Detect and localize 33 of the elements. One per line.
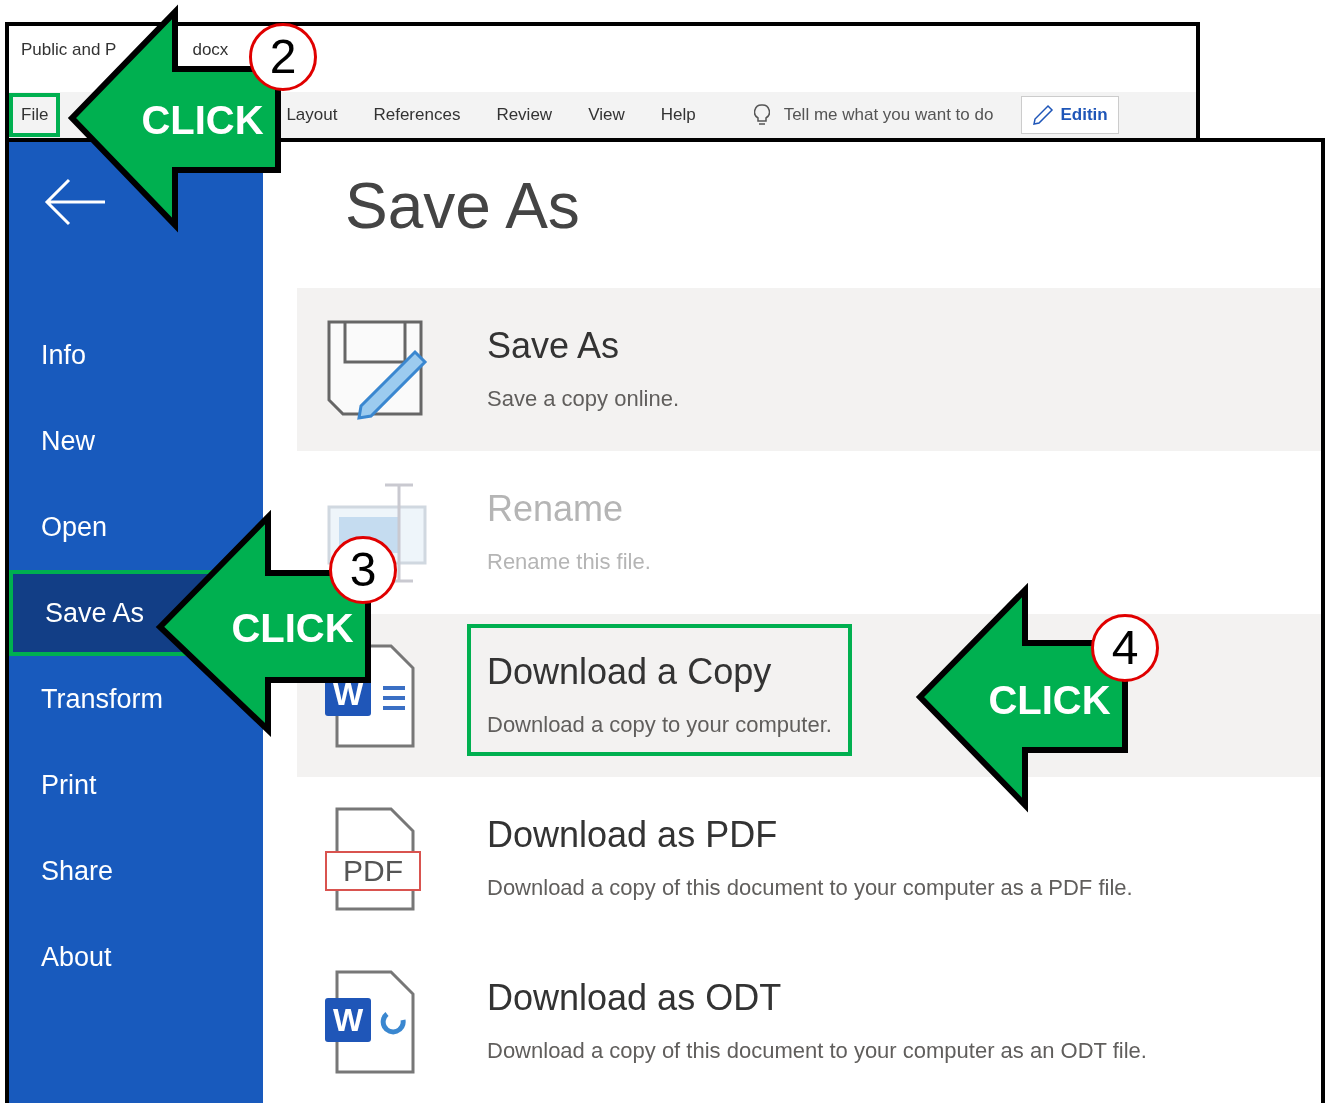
sidebar-item[interactable]: Info [9, 312, 263, 398]
sidebar-item[interactable]: Share [9, 828, 263, 914]
sidebar-item[interactable]: Open [9, 484, 263, 570]
editing-button[interactable]: Editin [1021, 96, 1119, 134]
page-heading: Save As [345, 169, 581, 244]
floppy-pencil-icon [325, 318, 429, 422]
option-title: Save As [487, 324, 621, 368]
option-description: Save a copy online. [487, 385, 680, 413]
option-title: Download a Copy [487, 650, 773, 694]
ribbon-tab[interactable]: View [588, 93, 625, 137]
back-arrow-icon [43, 178, 107, 226]
option-description: Rename this file. [487, 548, 651, 576]
ribbon-tab[interactable]: References [373, 93, 461, 137]
sidebar-item[interactable]: About [9, 914, 263, 1000]
ribbon-tab[interactable]: Layout [286, 93, 338, 137]
sidebar-item[interactable]: New [9, 398, 263, 484]
save-option[interactable]: Save As Save a copy online. [297, 288, 1321, 451]
document-title: Public and P [21, 40, 117, 60]
lightbulb-icon [753, 104, 770, 126]
option-title: Rename [487, 487, 625, 531]
option-title: Download as ODT [487, 976, 783, 1020]
sidebar-item[interactable]: Transform [9, 656, 263, 742]
ribbon-tab[interactable]: Review [496, 93, 553, 137]
option-title: Download as PDF [487, 813, 779, 857]
search-field[interactable]: Tell me what you want to do [783, 102, 994, 128]
sidebar-item[interactable]: Print [9, 742, 263, 828]
ribbon-tab[interactable]: Help [660, 93, 696, 137]
option-description: Download a copy to your computer. [487, 711, 832, 739]
option-description: Download a copy of this document to your computer as a PDF file. [487, 874, 1133, 902]
ribbon-tab[interactable]: File [9, 93, 61, 137]
pencil-icon [1032, 104, 1055, 126]
option-description: Download a copy of this document to your computer as an ODT file. [487, 1037, 1147, 1065]
document-title-end: docx [192, 40, 229, 60]
